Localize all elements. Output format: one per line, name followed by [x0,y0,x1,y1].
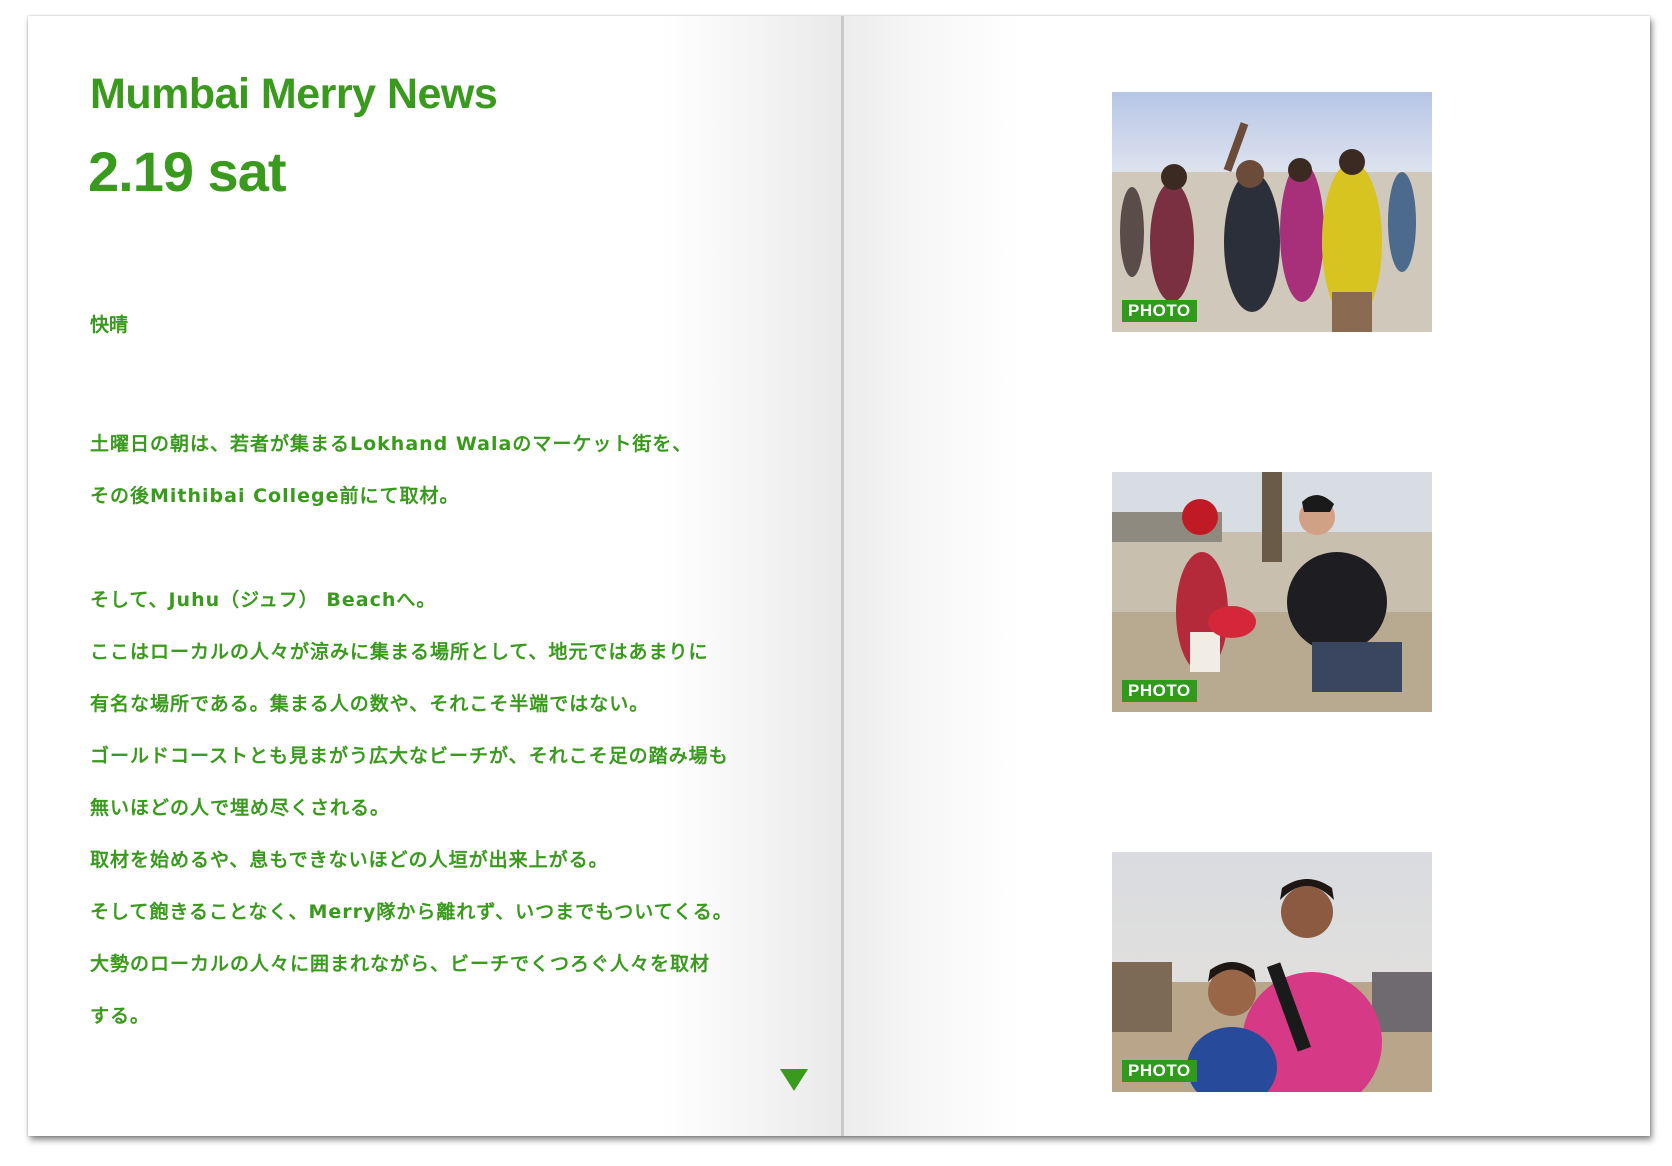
photo-thumbnail-1[interactable]: PHOTO [1112,92,1432,332]
article-date: 2.19 sat [88,140,286,203]
photo-smiling-girls [1112,852,1432,1092]
photo-photographer-child [1112,472,1432,712]
text-line: ここはローカルの人々が涼みに集まる場所として、地元ではあまりに [90,641,709,663]
text-line: 取材を始めるや、息もできないほどの人垣が出来上がる。 [90,849,609,871]
photo-dancing-crowd [1112,92,1432,332]
photo-thumbnail-3[interactable]: PHOTO [1112,852,1432,1092]
text-line: 有名な場所である。集まる人の数や、それこそ半端ではない。 [90,693,650,715]
weather-label: 快晴 [90,314,129,336]
paragraph-1: 土曜日の朝は、若者が集まるLokhand Walaのマーケット街を、 その後Mi… [90,418,810,522]
photo-thumbnail-2[interactable]: PHOTO [1112,472,1432,712]
photo-badge: PHOTO [1122,680,1197,702]
down-triangle-icon[interactable] [780,1069,808,1091]
text-line: する。 [90,1005,151,1027]
text-line: その後Mithibai College前にて取材。 [90,485,460,507]
text-line: そして飽きることなく、Merry隊から離れず、いつまでもついてくる。 [90,901,733,923]
text-line: 無いほどの人で埋め尽くされる。 [90,797,391,819]
photo-badge: PHOTO [1122,300,1197,322]
text-line: ゴールドコーストとも見まがう広大なビーチが、それこそ足の踏み場も [90,745,729,767]
text-line: そして、Juhu（ジュフ） Beachへ。 [90,589,437,611]
paragraph-2: そして、Juhu（ジュフ） Beachへ。 ここはローカルの人々が涼みに集まる場… [90,574,810,1042]
page-title: Mumbai Merry News [90,70,498,118]
text-line: 土曜日の朝は、若者が集まるLokhand Walaのマーケット街を、 [90,433,693,455]
text-line: 大勢のローカルの人々に囲まれながら、ビーチでくつろぐ人々を取材 [90,953,711,975]
photo-badge: PHOTO [1122,1060,1197,1082]
book-spread: Mumbai Merry News 2.19 sat 快晴 土曜日の朝は、若者が… [28,16,1650,1136]
